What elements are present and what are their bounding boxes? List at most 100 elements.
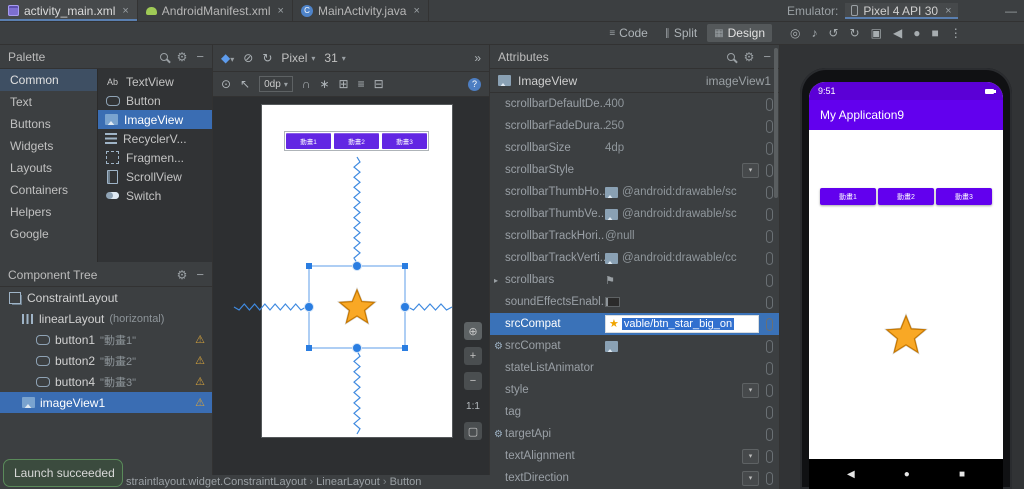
overflow-chevrons-icon[interactable]: » [474, 52, 481, 64]
emulator-device-tab[interactable]: Pixel 4 API 30 × [845, 2, 958, 19]
wrench-icon[interactable]: ⚙ [494, 341, 505, 352]
pin-indicator[interactable] [766, 273, 773, 287]
palette-category-google[interactable]: Google [0, 223, 97, 245]
close-icon[interactable]: × [413, 5, 419, 17]
wand-icon[interactable]: ∗ [319, 78, 329, 90]
minimize-icon[interactable]: — [1005, 4, 1017, 18]
palette-item-recyclerv[interactable]: RecyclerV... [98, 129, 212, 148]
palette-category-containers[interactable]: Containers [0, 179, 97, 201]
gear-icon[interactable]: ⚙ [177, 51, 188, 63]
help-icon[interactable]: ? [468, 77, 481, 91]
breadcrumb-item[interactable]: straintlayout.widget.ConstraintLayout [126, 476, 306, 488]
align-icon[interactable]: ≡ [358, 78, 365, 90]
attribute-row-scrollbarstyle[interactable]: scrollbarStyle ▾ [490, 159, 779, 181]
palette-item-textview[interactable]: TextView [98, 72, 212, 91]
pin-indicator[interactable] [766, 471, 773, 485]
zoom-fit-button[interactable]: ▢ [464, 422, 482, 440]
screenshot-icon[interactable]: ▣ [871, 26, 882, 40]
attribute-row-srccompat[interactable]: srcCompat ★ vable/btn_star_big_on [490, 313, 779, 335]
pin-indicator[interactable] [766, 361, 773, 375]
api-selector[interactable]: 31 ▾ [324, 51, 345, 65]
attributes-scrollbar[interactable] [774, 48, 778, 198]
palette-category-helpers[interactable]: Helpers [0, 201, 97, 223]
palette-item-imageview[interactable]: ImageView [98, 110, 212, 129]
tree-item-linearlayout[interactable]: linearLayout (horizontal) [0, 308, 212, 329]
pin-indicator[interactable] [766, 339, 773, 353]
attribute-row-textdirection[interactable]: textDirection ▾ [490, 467, 779, 489]
expand-icon[interactable]: ▸ [494, 276, 505, 285]
tree-item-button1[interactable]: button1 "動畫1" ⚠ [0, 329, 212, 350]
pin-indicator[interactable] [766, 141, 773, 155]
zoom-out-button[interactable]: − [464, 372, 482, 390]
pin-indicator[interactable] [766, 185, 773, 199]
attribute-value[interactable]: 250 [605, 120, 759, 132]
gear-icon[interactable]: ⚙ [177, 269, 188, 281]
pin-indicator[interactable] [766, 427, 773, 441]
constraint-overlay[interactable] [222, 105, 489, 437]
attribute-row-scrollbartrackhori[interactable]: scrollbarTrackHori... @null [490, 225, 779, 247]
pack-icon[interactable]: ⊟ [374, 78, 384, 90]
gear-icon[interactable]: ⚙ [744, 51, 755, 63]
attribute-row-scrollbars[interactable]: ▸ scrollbars ⚑ [490, 269, 779, 291]
dropdown-button[interactable]: ▾ [742, 470, 759, 486]
attribute-row-scrollbarsize[interactable]: scrollbarSize 4dp [490, 137, 779, 159]
close-icon[interactable]: × [945, 5, 951, 17]
magnet-icon[interactable]: ∩ [302, 78, 311, 90]
launch-notification[interactable]: Launch succeeded [3, 459, 123, 487]
attribute-row-textalignment[interactable]: textAlignment ▾ [490, 445, 779, 467]
editor-tab[interactable]: activity_main.xml × [0, 0, 138, 21]
attribute-row-targetapi[interactable]: ⚙ targetApi [490, 423, 779, 445]
palette-category-common[interactable]: Common [0, 69, 97, 91]
close-icon[interactable]: × [278, 5, 284, 17]
orientation-icon[interactable]: ↻ [262, 52, 272, 64]
attribute-value[interactable] [605, 297, 759, 307]
palette-category-buttons[interactable]: Buttons [0, 113, 97, 135]
palette-item-switch[interactable]: Switch [98, 186, 212, 205]
palette-category-layouts[interactable]: Layouts [0, 157, 97, 179]
guideline-icon[interactable]: ⊞ [339, 78, 349, 90]
zoom-in-button[interactable]: + [464, 347, 482, 365]
attribute-value[interactable]: ▾ [605, 448, 759, 464]
attribute-row-scrollbarthumbve[interactable]: scrollbarThumbVe... @android:drawable/sc [490, 203, 779, 225]
attribute-row-scrollbartrackverti[interactable]: scrollbarTrackVerti... @android:drawable/… [490, 247, 779, 269]
attribute-value[interactable]: @null [605, 230, 759, 242]
app-button[interactable]: 動畫3 [936, 188, 992, 205]
design-surface-icon[interactable]: ◆▾ [221, 52, 234, 64]
design-device-screen[interactable]: 動畫1 動畫2 動畫3 [233, 105, 453, 437]
pin-indicator[interactable] [766, 405, 773, 419]
attribute-value[interactable]: 400 [605, 98, 759, 110]
attribute-value[interactable]: ▾ [605, 470, 759, 486]
tree-item-button2[interactable]: button2 "動畫2" ⚠ [0, 350, 212, 371]
search-icon[interactable] [726, 52, 735, 61]
pin-indicator[interactable] [766, 449, 773, 463]
nav-back-button[interactable]: ◀ [847, 469, 855, 480]
design-canvas[interactable]: 動畫1 動畫2 動畫3 ⊕ + − 1:1 ▢ [213, 97, 489, 475]
hide-icon[interactable]: − [196, 50, 204, 63]
attribute-row-style[interactable]: style ▾ [490, 379, 779, 401]
hide-icon[interactable]: − [763, 50, 771, 63]
volume-up-icon[interactable]: ♪ [811, 26, 817, 40]
pin-indicator[interactable] [766, 119, 773, 133]
attribute-value[interactable]: ▾ [605, 162, 759, 178]
attribute-value[interactable] [605, 340, 759, 352]
attribute-value[interactable]: ⚑ [605, 274, 759, 287]
emulator-screen[interactable]: 9:51 My Application9 動畫1 動畫2 動畫3 ◀ ● ■ [809, 82, 1003, 489]
dropdown-button[interactable]: ▾ [742, 162, 759, 178]
rotate-left-icon[interactable]: ↺ [828, 26, 838, 40]
palette-category-widgets[interactable]: Widgets [0, 135, 97, 157]
eye-icon[interactable]: ⊙ [221, 78, 231, 90]
blueprint-icon[interactable]: ⊘ [243, 52, 253, 64]
device-selector[interactable]: Pixel ▾ [281, 51, 315, 65]
nav-overview-button[interactable]: ■ [959, 469, 965, 480]
rotate-right-icon[interactable]: ↻ [850, 26, 860, 40]
more-icon[interactable]: ⋮ [950, 26, 962, 40]
breadcrumb-item[interactable]: Button [390, 476, 422, 488]
search-icon[interactable] [159, 52, 168, 61]
attribute-value[interactable]: @android:drawable/sc [605, 208, 759, 220]
attribute-row-soundeffectsenabl[interactable]: soundEffectsEnabl... [490, 291, 779, 313]
attribute-row-srccompat[interactable]: ⚙ srcCompat [490, 335, 779, 357]
pin-indicator[interactable] [766, 251, 773, 265]
palette-item-button[interactable]: Button [98, 91, 212, 110]
attribute-value[interactable]: @android:drawable/sc [605, 186, 759, 198]
view-mode-design[interactable]: ▦ Design [707, 24, 772, 42]
